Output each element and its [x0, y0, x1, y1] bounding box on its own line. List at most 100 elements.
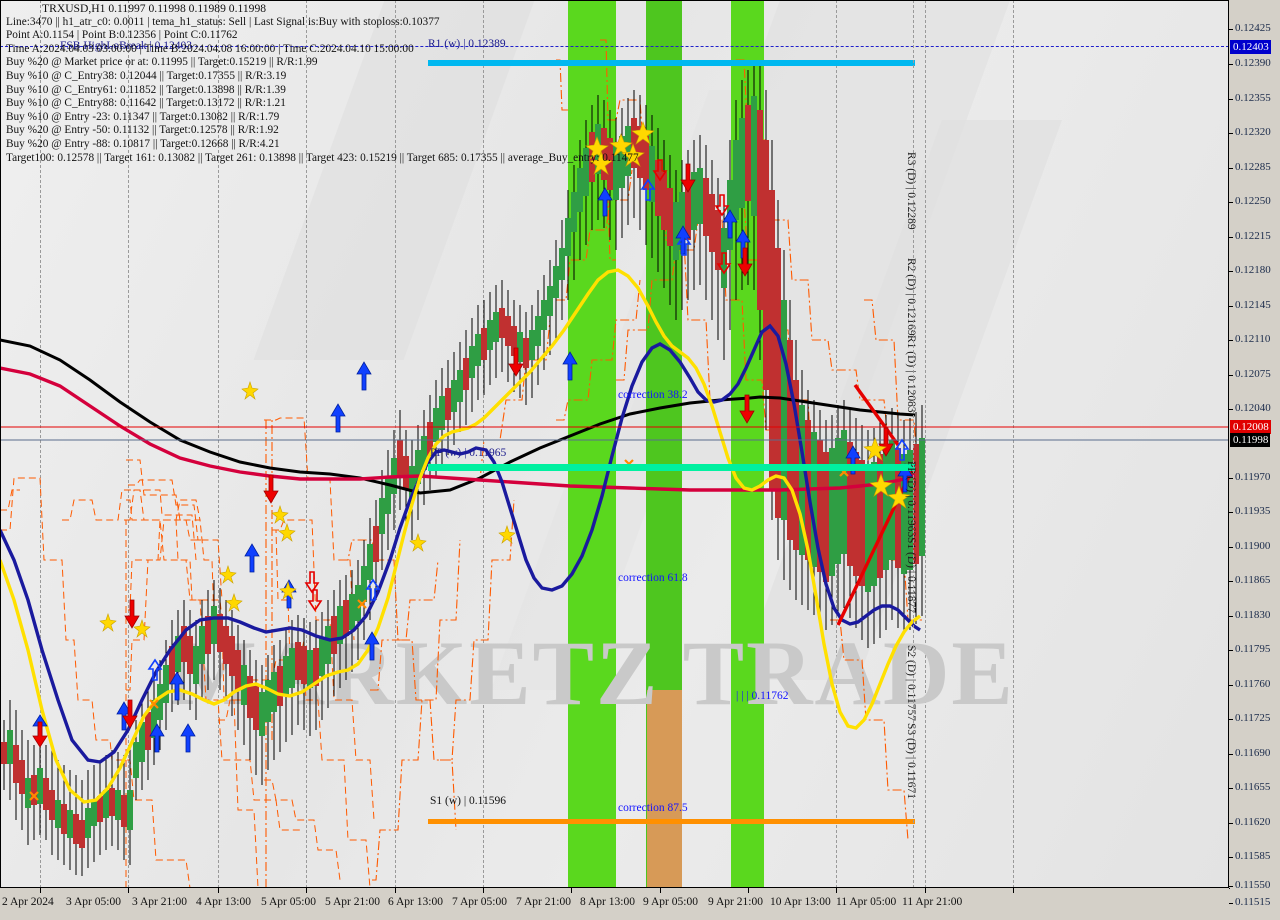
y-tick: 0.12180	[1229, 264, 1280, 276]
level-label-s1w: S1 (w) | 0.11596	[430, 795, 506, 807]
y-tick-label: 0.12145	[1235, 299, 1271, 311]
x-tick-label: 2 Apr 2024	[2, 896, 54, 908]
x-tick-label: 10 Apr 13:00	[770, 896, 831, 908]
y-tick: 0.12425	[1229, 22, 1280, 34]
x-tick-label: 9 Apr 05:00	[643, 896, 698, 908]
y-tick: 0.12145	[1229, 299, 1280, 311]
y-tick-label: 0.12250	[1235, 195, 1271, 207]
y-tick: 0.11690	[1229, 747, 1280, 759]
price-tag-bid: 0.12008	[1230, 420, 1271, 434]
y-tick: 0.11760	[1229, 678, 1280, 690]
pivot-label-s2d: S2 (D) | 0.11757	[905, 645, 917, 721]
info-line: Buy %10 @ Entry -23: 0.11347 || Target:0…	[6, 110, 280, 123]
chart-info-header: TRXUSD,H1 0.11997 0.11998 0.11989 0.1199…	[6, 2, 946, 165]
x-tick	[748, 888, 749, 893]
y-tick: 0.12040	[1229, 402, 1280, 414]
x-tick	[128, 888, 129, 893]
x-tick	[1013, 888, 1014, 893]
y-tick-label: 0.11795	[1235, 643, 1271, 655]
y-tick: 0.11550	[1229, 879, 1280, 891]
y-tick-label: 0.12355	[1235, 92, 1271, 104]
y-tick: 0.11970	[1229, 471, 1280, 483]
info-line: Buy %10 @ C_Entry88: 0.11642 || Target:0…	[6, 97, 286, 110]
y-tick-label: 0.11620	[1235, 816, 1271, 828]
x-tick-label: 9 Apr 21:00	[708, 896, 763, 908]
pivot-label-r1d: R1 (D) | 0.12083	[905, 335, 917, 413]
y-tick-label: 0.11760	[1235, 678, 1271, 690]
symbol-ohlc-line: TRXUSD,H1 0.11997 0.11998 0.11989 0.1199…	[42, 2, 267, 15]
x-tick-label: 5 Apr 05:00	[261, 896, 316, 908]
y-tick-label: 0.12075	[1235, 368, 1271, 380]
y-tick-label: 0.11865	[1235, 574, 1271, 586]
y-tick-label: 0.11970	[1235, 471, 1271, 483]
x-tick-label: 6 Apr 13:00	[388, 896, 443, 908]
y-tick-label: 0.12320	[1235, 126, 1271, 138]
y-tick: 0.12285	[1229, 161, 1280, 173]
y-tick-label: 0.12180	[1235, 264, 1271, 276]
y-tick-label: 0.12110	[1235, 333, 1271, 345]
x-tick-label: 7 Apr 21:00	[516, 896, 571, 908]
y-tick-label: 0.11900	[1235, 540, 1271, 552]
level-label-ppw: PP (w) | 0.11965	[430, 447, 507, 459]
info-line: Buy %20 @ Market price or at: 0.11995 ||…	[6, 56, 318, 69]
pivot-label-ppd: PP (D) | 0.11963	[905, 461, 917, 538]
y-tick: 0.12355	[1229, 92, 1280, 104]
y-tick-label: 0.11655	[1235, 781, 1271, 793]
correction-label-875: correction 87.5	[618, 802, 688, 814]
correction-label-618: correction 61.8	[618, 572, 688, 584]
time-axis[interactable]: 2 Apr 2024 3 Apr 05:00 3 Apr 21:00 4 Apr…	[0, 888, 1229, 920]
y-tick-label: 0.11550	[1235, 879, 1271, 891]
info-line: Line:3470 || h1_atr_c0: 0.0011 | tema_h1…	[6, 15, 440, 28]
point-c-label: | | | 0.11762	[736, 690, 789, 702]
y-tick-label: 0.12425	[1235, 22, 1271, 34]
pivot-label-s1d: S1 (D) | 0.11877	[905, 537, 917, 613]
y-tick: 0.11585	[1229, 850, 1280, 862]
info-line: Buy %20 @ Entry -88: 0.10817 || Target:0…	[6, 137, 280, 150]
y-tick-label: 0.11690	[1235, 747, 1271, 759]
y-tick: 0.11865	[1229, 574, 1280, 586]
y-tick: 0.11725	[1229, 712, 1280, 724]
x-tick-label: 11 Apr 21:00	[902, 896, 963, 908]
pivot-label-s3d: S3 (D) | 0.11671	[905, 723, 917, 799]
y-tick: 0.11935	[1229, 505, 1280, 517]
x-tick	[218, 888, 219, 893]
y-tick: 0.11795	[1229, 643, 1280, 655]
x-tick-label: 3 Apr 05:00	[66, 896, 121, 908]
y-tick: 0.12390	[1229, 57, 1280, 69]
y-tick: 0.12215	[1229, 230, 1280, 242]
y-tick: 0.11515	[1229, 896, 1280, 908]
info-line: Time A:2024.04.03 03:00:00 | Time B:2024…	[6, 42, 414, 55]
y-tick-label: 0.11585	[1235, 850, 1271, 862]
info-line: Buy %10 @ C_Entry61: 0.11852 || Target:0…	[6, 83, 286, 96]
x-tick-label: 11 Apr 05:00	[836, 896, 897, 908]
y-tick: 0.12320	[1229, 126, 1280, 138]
x-tick	[306, 888, 307, 893]
x-tick-label: 5 Apr 21:00	[325, 896, 380, 908]
price-tag-last: 0.11998	[1230, 433, 1271, 447]
x-tick	[571, 888, 572, 893]
info-line: Point A:0.1154 | Point B:0.12356 | Point…	[6, 29, 238, 42]
correction-label-382: correction 38.2	[618, 389, 688, 401]
x-tick	[925, 888, 926, 893]
y-tick-label: 0.11830	[1235, 609, 1271, 621]
y-tick: 0.12110	[1229, 333, 1280, 345]
price-axis[interactable]: 0.12425 0.12390 0.12355 0.12320 0.12285 …	[1229, 0, 1280, 908]
price-plot-area[interactable]: MARKETZ TRADE R1 (w) | 0.12389 FSB HighL…	[0, 0, 1230, 889]
level-line-ppw	[428, 464, 915, 471]
x-tick	[395, 888, 396, 893]
y-tick: 0.11655	[1229, 781, 1280, 793]
y-tick-label: 0.11515	[1235, 896, 1271, 908]
y-tick-label: 0.12040	[1235, 402, 1271, 414]
x-tick-label: 4 Apr 13:00	[196, 896, 251, 908]
x-tick-label: 3 Apr 21:00	[132, 896, 187, 908]
y-tick: 0.11830	[1229, 609, 1280, 621]
y-tick-label: 0.11725	[1235, 712, 1271, 724]
y-tick-label: 0.12390	[1235, 57, 1271, 69]
x-tick	[40, 888, 41, 893]
x-tick	[836, 888, 837, 893]
y-tick-label: 0.12215	[1235, 230, 1271, 242]
price-tag-fsb: 0.12403	[1230, 40, 1271, 54]
y-tick: 0.12075	[1229, 368, 1280, 380]
y-tick: 0.12250	[1229, 195, 1280, 207]
level-line-s1w	[428, 819, 915, 824]
